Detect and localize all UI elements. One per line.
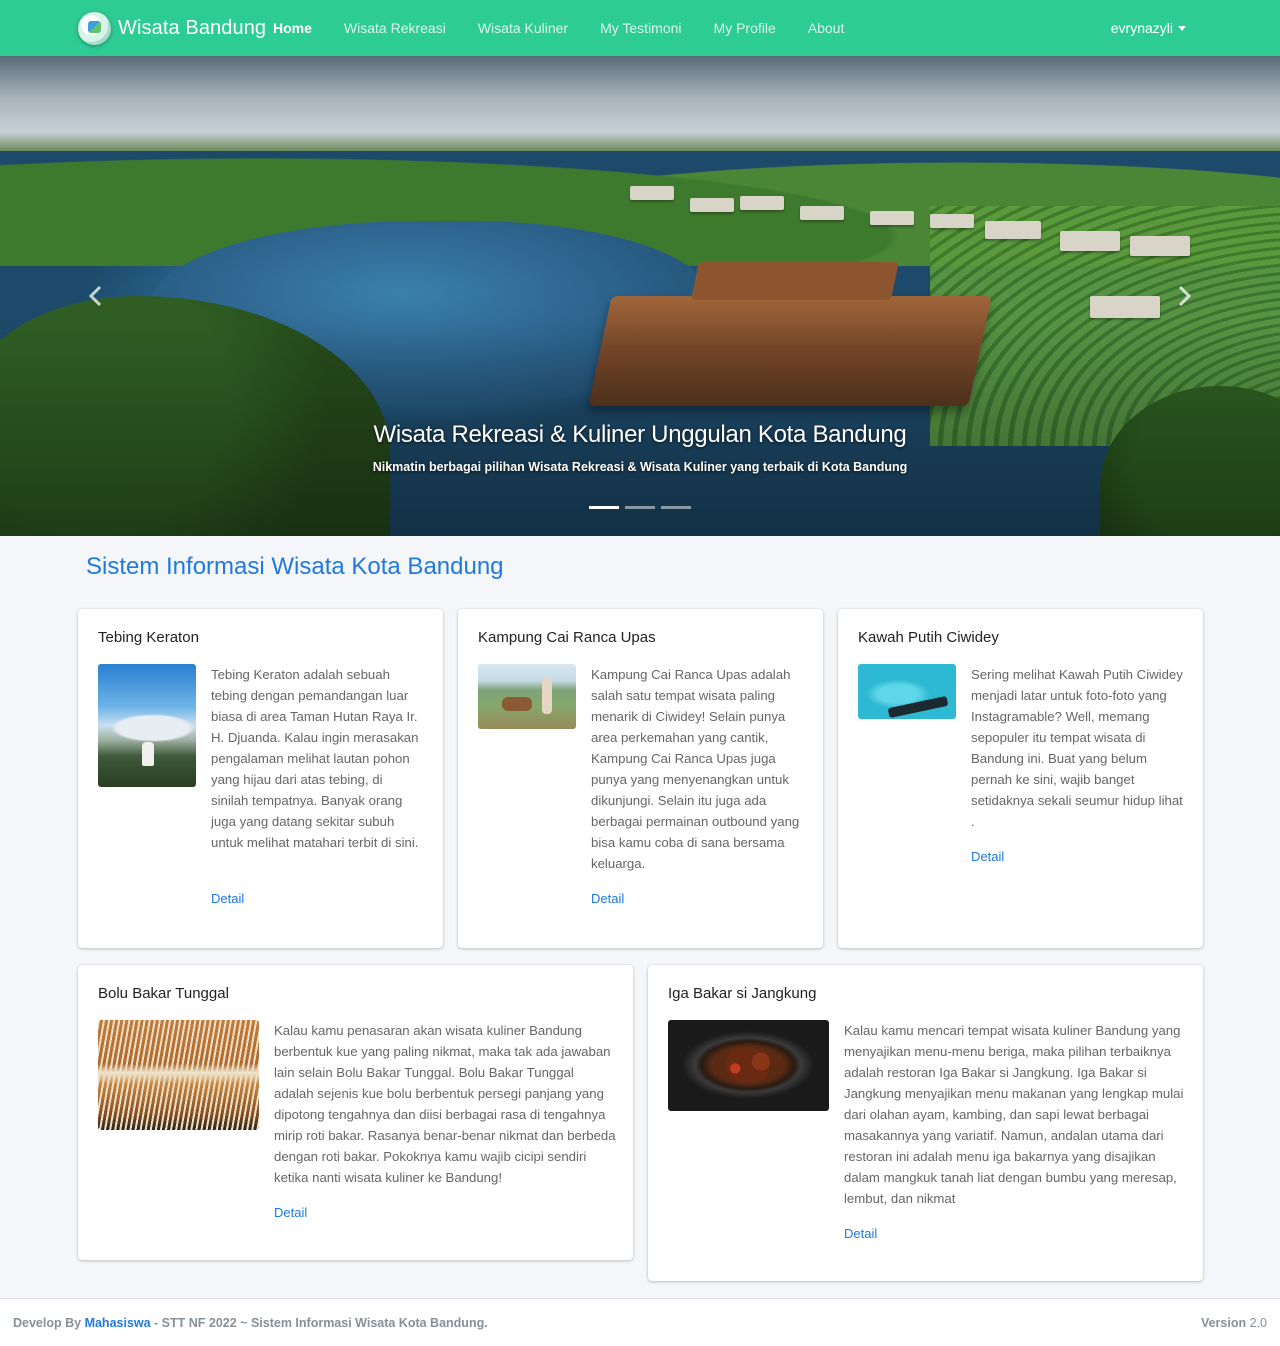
detail-link[interactable]: Detail — [591, 891, 624, 906]
brand-link[interactable]: Wisata Bandung — [78, 10, 266, 46]
hero-carousel: Wisata Rekreasi & Kuliner Unggulan Kota … — [0, 56, 1280, 536]
card-image — [98, 664, 196, 787]
carousel-prev-button[interactable] — [86, 284, 106, 308]
footer-version: Version 2.0 — [1201, 1316, 1267, 1330]
card-description: Kampung Cai Ranca Upas adalah salah satu… — [591, 667, 800, 871]
version-number: 2.0 — [1249, 1316, 1267, 1330]
footer-author-link[interactable]: Mahasiswa — [85, 1316, 151, 1330]
nav-link-my-testimoni[interactable]: My Testimoni — [584, 20, 697, 36]
version-label: Version — [1200, 1316, 1247, 1330]
card-title: Kampung Cai Ranca Upas — [478, 629, 656, 646]
carousel-indicators — [589, 506, 697, 509]
carousel-indicator-1[interactable] — [589, 506, 619, 509]
user-dropdown[interactable]: evrynazyli — [1111, 0, 1186, 56]
card-tebing-keraton: Tebing Keraton Tebing Keraton adalah seb… — [78, 609, 443, 948]
card-image — [478, 664, 576, 729]
caret-down-icon — [1178, 25, 1186, 31]
card-title: Bolu Bakar Tunggal — [98, 985, 229, 1002]
carousel-caption: Wisata Rekreasi & Kuliner Unggulan Kota … — [0, 420, 1280, 474]
card-image — [668, 1020, 829, 1111]
card-kawah-putih-ciwidey: Kawah Putih Ciwidey Sering melihat Kawah… — [838, 609, 1203, 948]
card-title: Kawah Putih Ciwidey — [858, 629, 999, 646]
card-bolu-bakar-tunggal: Bolu Bakar Tunggal Kalau kamu penasaran … — [78, 965, 633, 1260]
card-description: Tebing Keraton adalah sebuah tebing deng… — [211, 667, 419, 850]
carousel-title: Wisata Rekreasi & Kuliner Unggulan Kota … — [373, 421, 907, 448]
footer-credits: Develop By Mahasiswa - STT NF 2022 ~ Sis… — [13, 1316, 488, 1330]
card-description: Sering melihat Kawah Putih Ciwidey menja… — [971, 667, 1183, 829]
card-description: Kalau kamu mencari tempat wisata kuliner… — [844, 1023, 1184, 1206]
nav-link-wisata-rekreasi[interactable]: Wisata Rekreasi — [328, 20, 462, 36]
footer: Develop By Mahasiswa - STT NF 2022 ~ Sis… — [0, 1298, 1280, 1346]
nav-link-my-profile[interactable]: My Profile — [698, 20, 792, 36]
chevron-right-icon — [1178, 285, 1192, 307]
nav-link-home[interactable]: Home — [257, 20, 328, 36]
nav-link-wisata-kuliner[interactable]: Wisata Kuliner — [462, 20, 584, 36]
footer-suffix: - STT NF 2022 ~ Sistem Informasi Wisata … — [150, 1316, 488, 1330]
detail-link[interactable]: Detail — [971, 849, 1004, 864]
card-iga-bakar-si-jangkung: Iga Bakar si Jangkung Kalau kamu mencari… — [648, 965, 1203, 1281]
user-name: evrynazyli — [1110, 20, 1173, 36]
top-navbar: Wisata Bandung Home Wisata Rekreasi Wisa… — [0, 0, 1280, 56]
brand-name: Wisata Bandung — [118, 16, 267, 39]
brand-logo-icon — [78, 11, 111, 45]
nav-menu: Home Wisata Rekreasi Wisata Kuliner My T… — [257, 0, 860, 56]
footer-prefix: Develop By — [13, 1316, 85, 1330]
card-description: Kalau kamu penasaran akan wisata kuliner… — [274, 1023, 616, 1185]
card-image — [858, 664, 956, 719]
detail-link[interactable]: Detail — [211, 891, 244, 906]
card-title: Tebing Keraton — [98, 629, 199, 646]
card-image — [98, 1020, 259, 1130]
carousel-indicator-2[interactable] — [625, 506, 655, 509]
chevron-left-icon — [88, 285, 102, 307]
page-title: Sistem Informasi Wisata Kota Bandung — [86, 553, 504, 580]
carousel-subtitle: Nikmatin berbagai pilihan Wisata Rekreas… — [372, 460, 908, 474]
detail-link[interactable]: Detail — [274, 1205, 307, 1220]
nav-link-about[interactable]: About — [792, 20, 861, 36]
card-kampung-cai-ranca-upas: Kampung Cai Ranca Upas Kampung Cai Ranca… — [458, 609, 823, 948]
carousel-next-button[interactable] — [1174, 284, 1194, 308]
carousel-indicator-3[interactable] — [661, 506, 691, 509]
card-title: Iga Bakar si Jangkung — [668, 985, 817, 1002]
detail-link[interactable]: Detail — [844, 1226, 877, 1241]
